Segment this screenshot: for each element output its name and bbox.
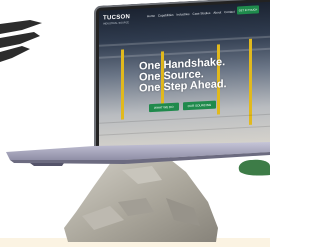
laptop-base	[6, 142, 270, 166]
nav-link-industries[interactable]: Industries	[177, 12, 190, 17]
nav-link-capabilities[interactable]: Capabilities	[158, 13, 174, 18]
warehouse-pillar	[249, 38, 252, 125]
dark-swoosh-icon	[0, 20, 42, 62]
site-logo-subtext: INDUSTRIAL SOURCE	[103, 21, 130, 26]
hero-buttons: WHAT WE DO OUR SOURCING	[149, 100, 217, 113]
floor-line	[99, 113, 270, 124]
hero-mockup-stage: TUCSON INDUSTRIAL SOURCE Home Capabiliti…	[0, 0, 270, 247]
hero-headline: One Handshake. One Source. One Step Ahea…	[139, 56, 227, 95]
nav-link-home[interactable]: Home	[147, 14, 155, 18]
site-nav: TUCSON INDUSTRIAL SOURCE Home Capabiliti…	[99, 2, 270, 33]
floor-line	[99, 125, 270, 136]
nav-link-contact[interactable]: Contact	[224, 10, 234, 15]
our-sourcing-button[interactable]: OUR SOURCING	[182, 100, 217, 111]
website-preview: TUCSON INDUSTRIAL SOURCE Home Capabiliti…	[99, 1, 270, 153]
laptop-screen: TUCSON INDUSTRIAL SOURCE Home Capabiliti…	[94, 0, 270, 153]
what-we-do-button[interactable]: WHAT WE DO	[149, 102, 179, 113]
nav-links: Home Capabilities Industries Case Studie…	[147, 10, 235, 19]
ceiling-beam	[99, 35, 270, 47]
nav-link-case-studies[interactable]: Case Studies	[193, 11, 211, 16]
get-in-touch-button[interactable]: GET IN TOUCH	[237, 5, 259, 15]
ceiling-beam	[99, 47, 270, 59]
headline-line-3: One Step Ahead.	[139, 78, 227, 95]
nav-link-about[interactable]: About	[213, 10, 221, 14]
warehouse-pillar	[121, 49, 124, 120]
